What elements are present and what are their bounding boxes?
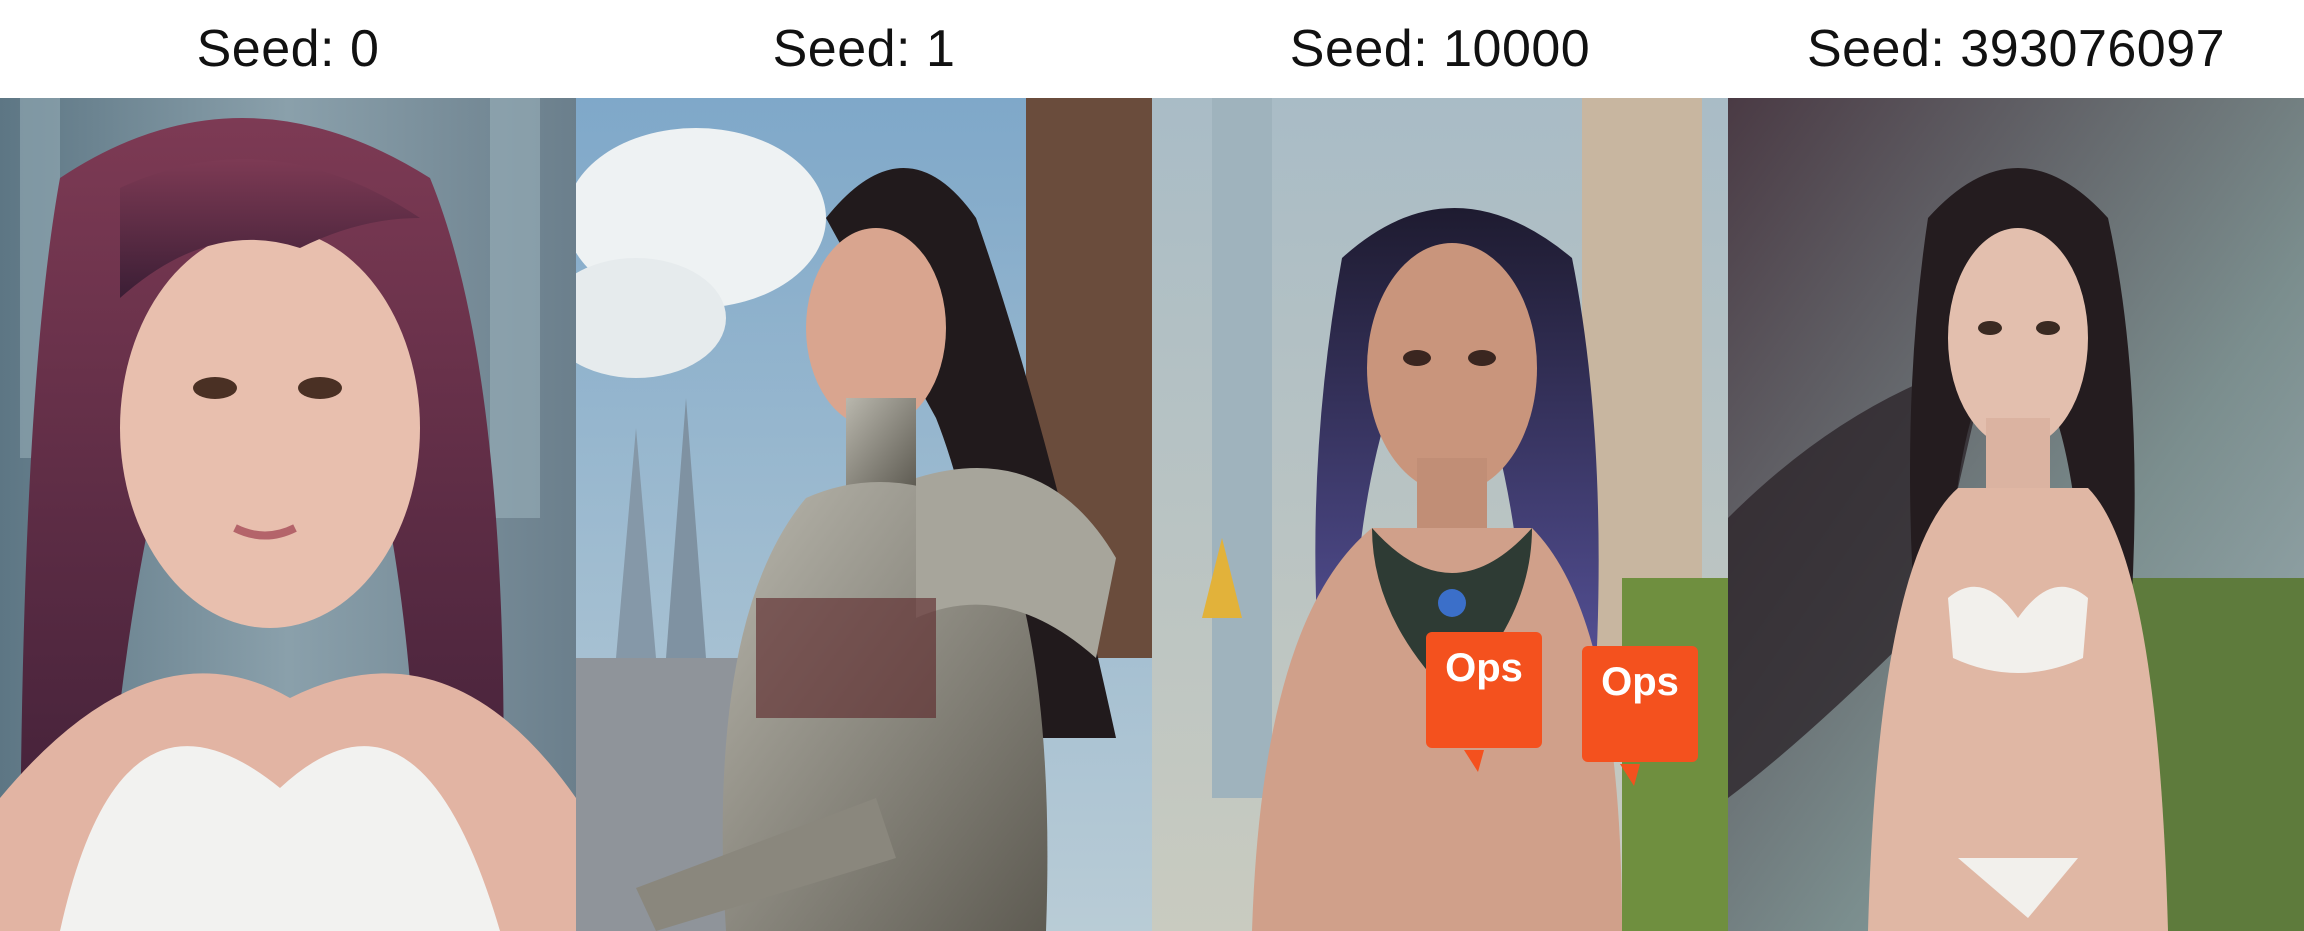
portrait-illustration bbox=[576, 98, 1152, 931]
seed-comparison-grid: Seed: 0 Seed: 1 Seed: 10000 Ops Ops Seed… bbox=[0, 0, 2304, 931]
panel-caption: Seed: 10000 bbox=[1289, 20, 1591, 78]
panel-caption: Seed: 393076097 bbox=[1806, 20, 2226, 78]
panel-seed-393076097: Seed: 393076097 bbox=[1728, 0, 2304, 931]
panel-caption: Seed: 0 bbox=[196, 20, 380, 78]
panel-caption: Seed: 1 bbox=[772, 20, 956, 78]
speech-tail-icon bbox=[1464, 750, 1484, 772]
portrait-illustration bbox=[1152, 98, 1728, 931]
speech-tail-icon bbox=[1620, 764, 1640, 786]
portrait-image bbox=[0, 98, 576, 931]
portrait-image: Ops Ops bbox=[1152, 98, 1728, 931]
ops-label: Ops bbox=[1426, 632, 1542, 748]
portrait-illustration bbox=[1728, 98, 2304, 931]
panel-seed-10000: Seed: 10000 Ops Ops bbox=[1152, 0, 1728, 931]
ops-censor-overlay: Ops bbox=[1426, 632, 1542, 772]
ops-label: Ops bbox=[1582, 646, 1698, 762]
portrait-image bbox=[1728, 98, 2304, 931]
panel-seed-1: Seed: 1 bbox=[576, 0, 1152, 931]
portrait-image bbox=[576, 98, 1152, 931]
panel-seed-0: Seed: 0 bbox=[0, 0, 576, 931]
ops-censor-overlay: Ops bbox=[1582, 646, 1698, 786]
portrait-illustration bbox=[0, 98, 576, 931]
